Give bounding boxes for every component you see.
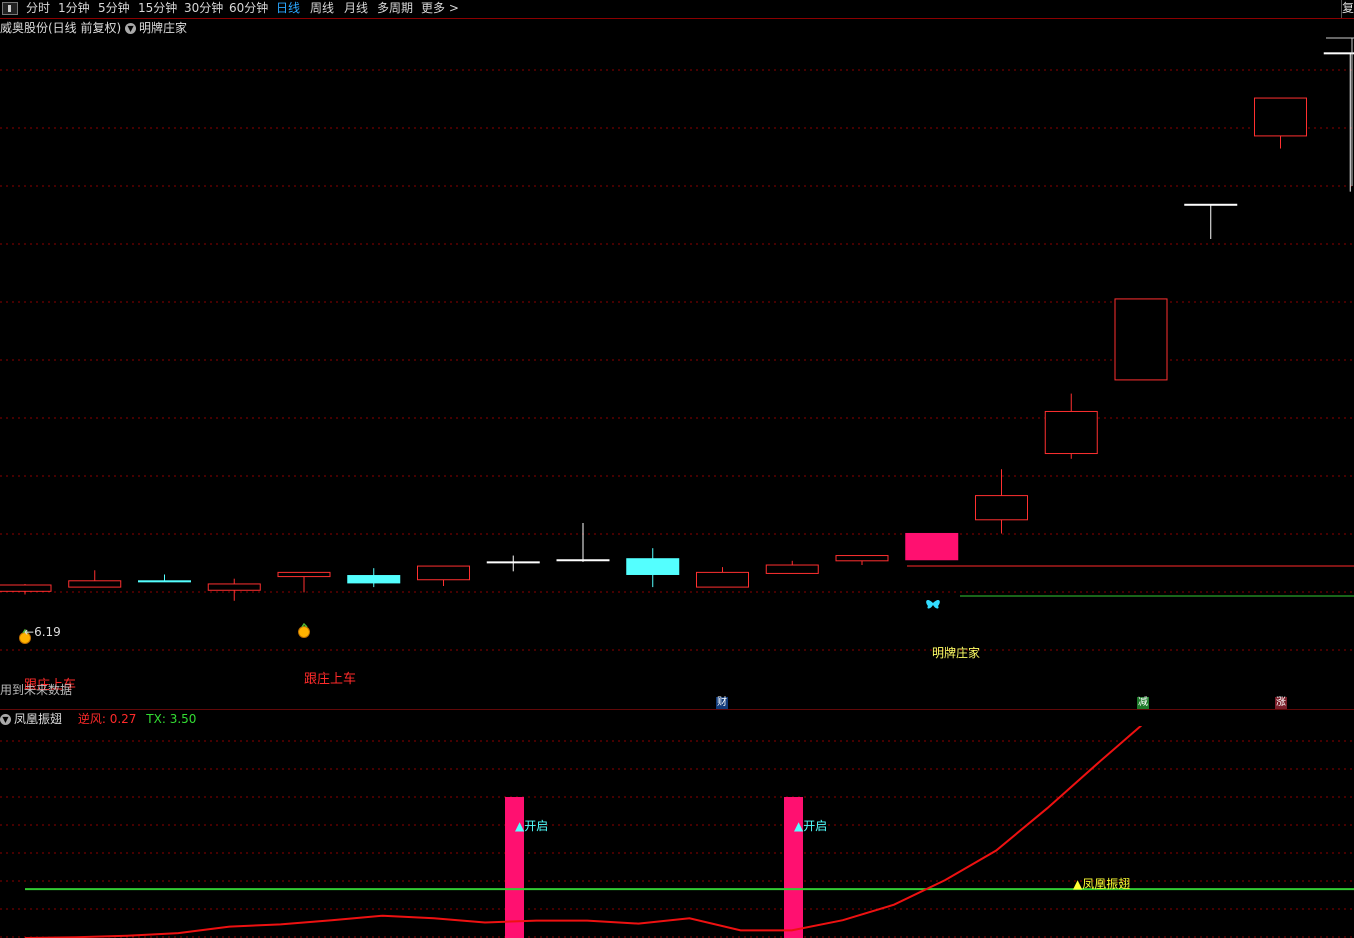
jian-badge[interactable]: 减 — [1137, 697, 1149, 709]
candle — [1044, 393, 1098, 459]
sidebar-toggle-icon[interactable] — [2, 2, 18, 15]
candle-body — [1254, 97, 1307, 137]
candle-body — [556, 559, 610, 562]
candle-body — [207, 583, 261, 591]
sub-indicator-name[interactable]: 凤凰振翅 — [14, 712, 62, 726]
param-nifeng-value: 0.27 — [109, 712, 137, 726]
tab-60min[interactable]: 60分钟 — [229, 0, 268, 16]
tab-daily[interactable]: 日线 — [276, 0, 300, 16]
candle — [138, 574, 191, 583]
butterfly-icon — [926, 599, 940, 609]
candle-body — [626, 558, 680, 575]
indicator-line — [24, 726, 1143, 938]
candles — [0, 52, 1354, 601]
candle — [1323, 52, 1354, 192]
candle — [417, 565, 470, 587]
zhang-badge[interactable]: 涨 — [1275, 697, 1287, 709]
future-data-note: 用到未来数据 — [0, 682, 72, 697]
param-nifeng-label: 逆风: — [77, 712, 106, 726]
tab-fenshi[interactable]: 分时 — [26, 0, 50, 16]
period-toolbar: 分时 1分钟 5分钟 15分钟 30分钟 60分钟 日线 周线 月线 多周期 更… — [0, 0, 1354, 19]
tab-monthly[interactable]: 月线 — [344, 0, 368, 16]
tab-weekly[interactable]: 周线 — [310, 0, 334, 16]
tab-15min[interactable]: 15分钟 — [138, 0, 177, 16]
cai-badge[interactable]: 财 — [716, 697, 728, 709]
candle-body — [138, 580, 191, 583]
param-tx-label: TX: — [146, 712, 166, 726]
candle — [0, 583, 52, 595]
candle — [626, 548, 680, 588]
follow-signal-2: 跟庄上车 — [304, 671, 356, 687]
candle-body — [0, 584, 52, 592]
candle — [556, 522, 610, 562]
tab-30min[interactable]: 30分钟 — [184, 0, 223, 16]
banker-signal-label: 明牌庄家 — [932, 645, 980, 660]
candle — [696, 567, 749, 588]
candle — [905, 532, 959, 561]
candle — [1254, 97, 1307, 149]
candle — [975, 469, 1028, 534]
candle — [835, 555, 889, 566]
tab-multi-period[interactable]: 多周期 — [377, 0, 413, 16]
candle-body — [277, 571, 331, 578]
tab-1min[interactable]: 1分钟 — [58, 0, 90, 16]
open-signal-label-2: ▲开启 — [794, 819, 827, 833]
candle-body — [765, 564, 819, 574]
candle — [1184, 203, 1238, 239]
candle-body — [835, 555, 889, 562]
tab-more[interactable]: 更多 > — [421, 0, 459, 16]
candle — [277, 571, 331, 593]
coin-icon-2 — [298, 622, 310, 638]
candle — [765, 560, 819, 574]
candlestick-chart[interactable]: ←6.19 跟庄上车 用到未来数据 跟庄上车 明牌庄家 — [0, 18, 1354, 710]
candle — [1114, 298, 1168, 381]
chevron-down-icon[interactable]: ▼ — [0, 714, 11, 725]
phoenix-signal-label: ▲凤凰振翅 — [1073, 876, 1130, 891]
sub-panel-header: ▼ 凤凰振翅 逆风: 0.27 TX: 3.50 — [0, 711, 196, 727]
open-signal-bars — [505, 797, 803, 938]
phoenix-indicator-chart[interactable]: ▲开启 ▲开启 ▲凤凰振翅 — [0, 726, 1354, 938]
candle-body — [1114, 298, 1168, 381]
candle — [486, 555, 540, 572]
param-tx-value: 3.50 — [169, 712, 197, 726]
candle-body — [486, 561, 540, 564]
price-low-label: ←6.19 — [24, 625, 61, 639]
candle-body — [1184, 203, 1238, 206]
candle-body — [417, 565, 470, 581]
candle-body — [68, 580, 122, 588]
restore-button[interactable]: 复 — [1341, 0, 1354, 18]
grid — [0, 740, 1354, 938]
candle-body — [1323, 52, 1354, 55]
candle — [347, 568, 401, 588]
open-signal-label-1: ▲开启 — [515, 819, 548, 833]
candle-body — [696, 571, 749, 588]
tab-5min[interactable]: 5分钟 — [98, 0, 130, 16]
candle — [68, 570, 122, 588]
candle-body — [347, 575, 401, 584]
candle — [207, 578, 261, 601]
candle-body — [1044, 410, 1098, 455]
candle-body — [975, 495, 1028, 521]
candle-body — [905, 532, 959, 561]
